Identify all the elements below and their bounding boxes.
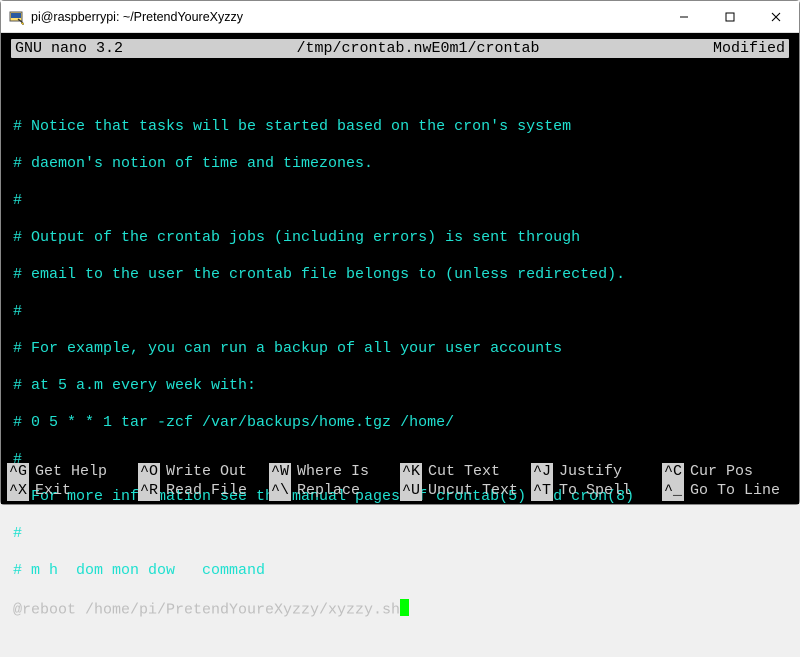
help-to-spell[interactable]: ^T To Spell (531, 482, 662, 501)
help-row: ^X Exit ^R Read File ^\ Replace ^U Uncut Tex… (7, 482, 793, 501)
help-key: ^\ (269, 482, 291, 501)
help-cur-pos[interactable]: ^C Cur Pos (662, 463, 793, 482)
help-label: Cur Pos (690, 463, 753, 482)
editor-line: # daemon's notion of time and timezones. (13, 155, 787, 174)
putty-icon (9, 9, 25, 25)
nano-status: Modified (673, 39, 785, 58)
help-key: ^G (7, 463, 29, 482)
editor-line: # email to the user the crontab file bel… (13, 266, 787, 285)
editor-line: # (13, 525, 787, 544)
nano-app-name: GNU nano 3.2 (15, 39, 163, 58)
window-title: pi@raspberrypi: ~/PretendYoureXyzzy (31, 10, 661, 24)
help-write-out[interactable]: ^O Write Out (138, 463, 269, 482)
editor-line: # 0 5 * * 1 tar -zcf /var/backups/home.t… (13, 414, 787, 433)
help-justify[interactable]: ^J Justify (531, 463, 662, 482)
editor-line: # at 5 a.m every week with: (13, 377, 787, 396)
window-titlebar: pi@raspberrypi: ~/PretendYoureXyzzy (1, 1, 799, 33)
editor-line: @reboot /home/pi/PretendYoureXyzzy/xyzzy… (13, 599, 787, 620)
editor-line: # For example, you can run a backup of a… (13, 340, 787, 359)
help-label: Replace (297, 482, 360, 501)
help-key: ^R (138, 482, 160, 501)
maximize-button[interactable] (707, 1, 753, 33)
help-where-is[interactable]: ^W Where Is (269, 463, 400, 482)
help-label: Go To Line (690, 482, 780, 501)
help-label: Uncut Text (428, 482, 518, 501)
help-label: Write Out (166, 463, 247, 482)
minimize-button[interactable] (661, 1, 707, 33)
help-label: To Spell (559, 482, 631, 501)
help-key: ^O (138, 463, 160, 482)
help-cut-text[interactable]: ^K Cut Text (400, 463, 531, 482)
help-get-help[interactable]: ^G Get Help (7, 463, 138, 482)
help-read-file[interactable]: ^R Read File (138, 482, 269, 501)
help-label: Cut Text (428, 463, 500, 482)
help-uncut-text[interactable]: ^U Uncut Text (400, 482, 531, 501)
help-key: ^K (400, 463, 422, 482)
nano-header: GNU nano 3.2 /tmp/crontab.nwE0m1/crontab… (11, 39, 789, 58)
window-controls (661, 1, 799, 33)
help-key: ^W (269, 463, 291, 482)
help-key: ^J (531, 463, 553, 482)
help-key: ^X (7, 482, 29, 501)
close-button[interactable] (753, 1, 799, 33)
help-label: Read File (166, 482, 247, 501)
help-row: ^G Get Help ^O Write Out ^W Where Is ^K Cut … (7, 463, 793, 482)
editor-line: # (13, 192, 787, 211)
help-key: ^U (400, 482, 422, 501)
help-label: Exit (35, 482, 71, 501)
nano-file-path: /tmp/crontab.nwE0m1/crontab (163, 39, 673, 58)
help-key: ^C (662, 463, 684, 482)
help-go-to-line[interactable]: ^_ Go To Line (662, 482, 793, 501)
help-label: Justify (559, 463, 622, 482)
help-label: Get Help (35, 463, 107, 482)
help-exit[interactable]: ^X Exit (7, 482, 138, 501)
help-key: ^T (531, 482, 553, 501)
editor-line (13, 81, 787, 100)
help-label: Where Is (297, 463, 369, 482)
editor-text: @reboot /home/pi/PretendYoureXyzzy/xyzzy… (13, 601, 400, 618)
help-replace[interactable]: ^\ Replace (269, 482, 400, 501)
editor-line: # Notice that tasks will be started base… (13, 118, 787, 137)
terminal[interactable]: GNU nano 3.2 /tmp/crontab.nwE0m1/crontab… (1, 33, 799, 504)
editor-line: # Output of the crontab jobs (including … (13, 229, 787, 248)
editor-area[interactable]: # Notice that tasks will be started base… (5, 62, 795, 657)
nano-help-bar: ^G Get Help ^O Write Out ^W Where Is ^K Cut … (7, 463, 793, 501)
cursor (400, 599, 409, 616)
editor-line: # m h dom mon dow command (13, 562, 787, 581)
editor-line: # (13, 303, 787, 322)
help-key: ^_ (662, 482, 684, 501)
